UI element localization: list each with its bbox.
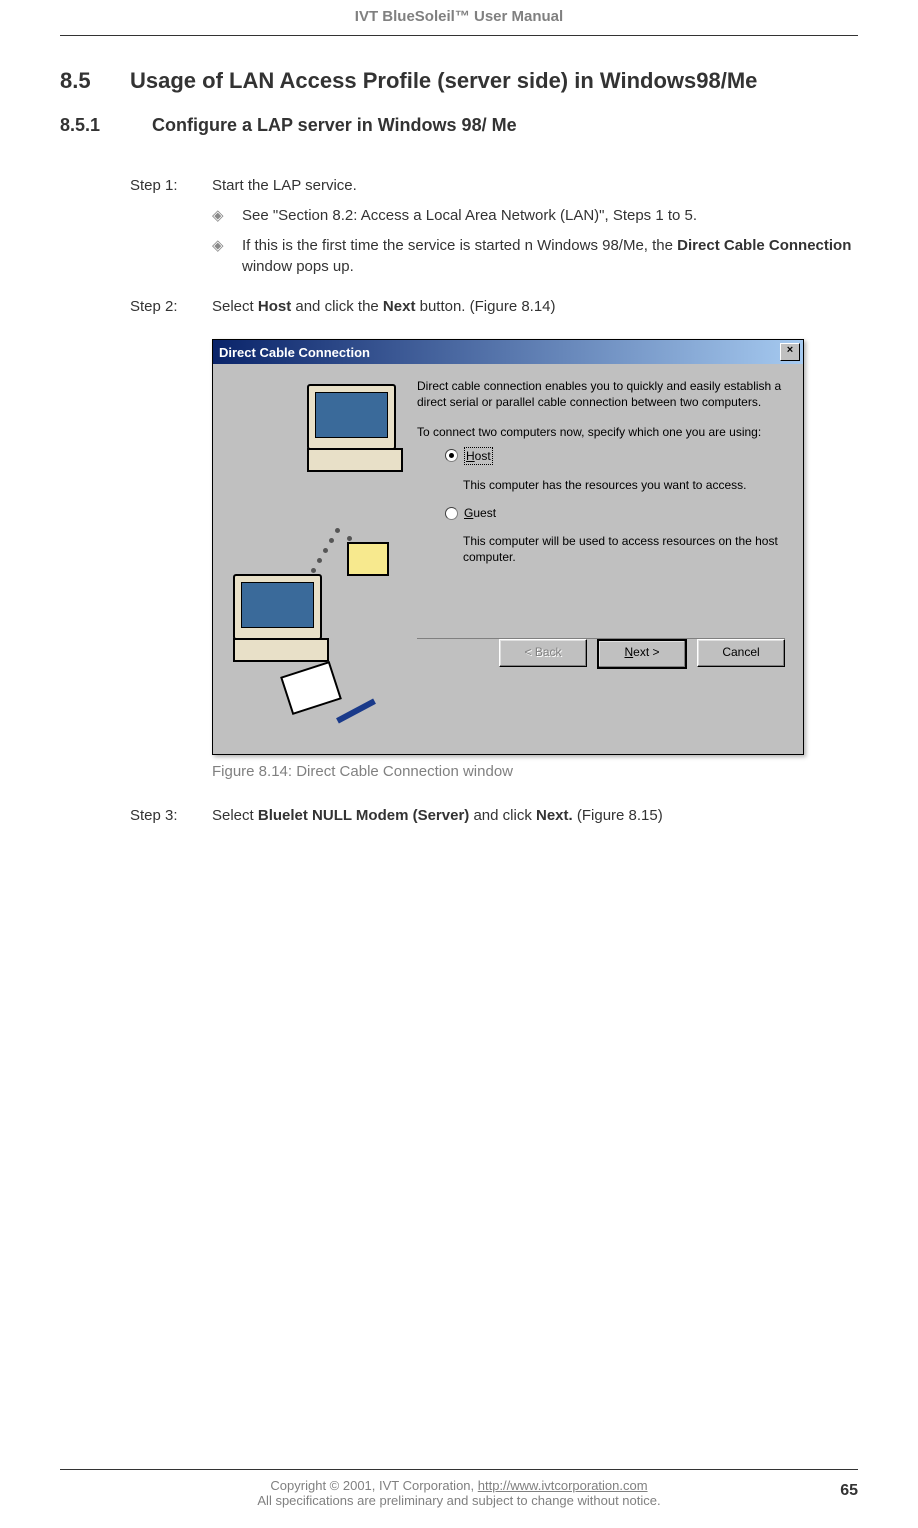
step-label: Step 2: [130, 298, 212, 315]
step-3: Step 3: Select Bluelet NULL Modem (Serve… [130, 806, 858, 826]
step-text: Select Host and click the Next button. (… [212, 297, 858, 317]
close-button[interactable]: × [780, 343, 800, 361]
step-label: Step 3: [130, 807, 212, 824]
copyright-text: Copyright © 2001, IVT Corporation, [270, 1478, 477, 1493]
radio-icon [445, 449, 458, 462]
computer-icon [233, 574, 322, 640]
subsection-heading: 8.5.1 Configure a LAP server in Windows … [60, 115, 858, 136]
back-button[interactable]: < Back [499, 639, 587, 667]
page-footer: Copyright © 2001, IVT Corporation, http:… [60, 1469, 858, 1508]
bullet-text: If this is the first time the service is… [242, 236, 858, 277]
dialog-button-row: < Back Next > Cancel [417, 638, 785, 669]
radio-label: Host [464, 447, 493, 465]
yellow-box-icon [347, 542, 389, 576]
figure-caption: Figure 8.14: Direct Cable Connection win… [212, 763, 858, 780]
dialog-title: Direct Cable Connection [219, 345, 370, 360]
guest-description: This computer will be used to access res… [463, 533, 785, 565]
bullet-item: ◈ See "Section 8.2: Access a Local Area … [212, 206, 858, 226]
cancel-button[interactable]: Cancel [697, 639, 785, 667]
subsection-title: Configure a LAP server in Windows 98/ Me [152, 115, 517, 136]
dialog-prompt-text: To connect two computers now, specify wh… [417, 424, 785, 440]
section-heading: 8.5 Usage of LAN Access Profile (server … [60, 66, 858, 97]
subsection-number: 8.5.1 [60, 115, 152, 136]
header-divider [60, 35, 858, 36]
section-number: 8.5 [60, 68, 130, 94]
radio-icon [445, 507, 458, 520]
radio-label: Guest [464, 505, 496, 521]
footer-disclaimer: All specifications are preliminary and s… [60, 1493, 858, 1508]
host-description: This computer has the resources you want… [463, 477, 785, 493]
bullet-icon: ◈ [212, 206, 242, 226]
step-label: Step 1: [130, 177, 212, 194]
bullet-item: ◈ If this is the first time the service … [212, 236, 858, 277]
step-1: Step 1: Start the LAP service. [130, 176, 858, 196]
dialog-illustration [227, 378, 407, 738]
radio-guest[interactable]: Guest [445, 505, 785, 521]
page-number: 65 [840, 1482, 858, 1500]
step-text: Start the LAP service. [212, 176, 858, 196]
bullet-text: See "Section 8.2: Access a Local Area Ne… [242, 206, 697, 226]
radio-host[interactable]: Host [445, 447, 785, 465]
dialog-window: Direct Cable Connection × [212, 339, 804, 755]
dialog-intro-text: Direct cable connection enables you to q… [417, 378, 785, 410]
page-header: IVT BlueSoleil™ User Manual [60, 0, 858, 25]
paper-icon [280, 661, 342, 715]
computer-icon [307, 384, 396, 450]
pen-icon [336, 699, 376, 724]
footer-link[interactable]: http://www.ivtcorporation.com [478, 1478, 648, 1493]
step-text: Select Bluelet NULL Modem (Server) and c… [212, 806, 858, 826]
dialog-titlebar: Direct Cable Connection × [213, 340, 803, 364]
next-button[interactable]: Next > [597, 639, 687, 669]
figure: Direct Cable Connection × [212, 339, 858, 780]
bullet-icon: ◈ [212, 236, 242, 256]
section-title: Usage of LAN Access Profile (server side… [130, 66, 757, 97]
step-2: Step 2: Select Host and click the Next b… [130, 297, 858, 317]
